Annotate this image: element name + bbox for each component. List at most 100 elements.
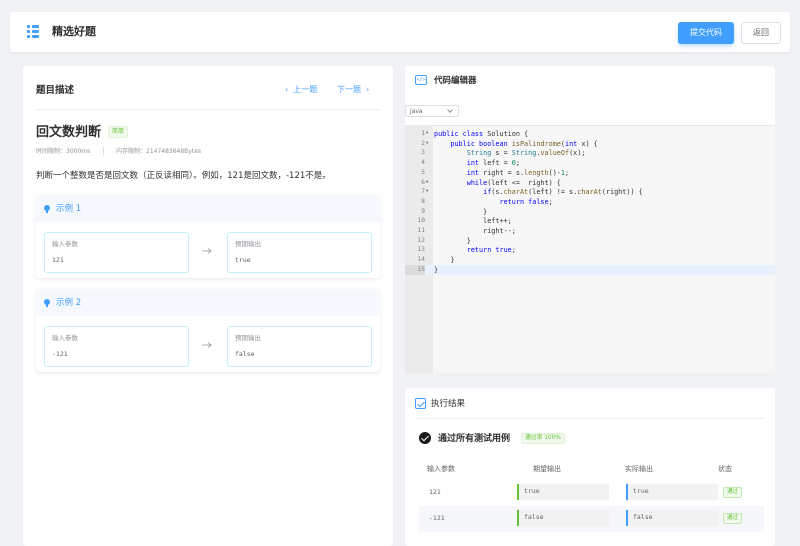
line-number: 4 [421,159,425,167]
input-label: 输入参数 [52,240,78,248]
problem-description: 判断一个整数是否是回文数（正反读相同）。例如，121是回文数，-121不是。 [36,171,331,181]
next-problem-link[interactable]: 下一题 › [337,84,369,96]
actual-value: true [633,487,649,495]
table-row: 121 true true 通过 [419,480,764,506]
divider [415,418,765,419]
cell-actual: true [626,484,718,500]
top-bar: 精选好题 提交代码 返回 [10,12,790,52]
prev-problem-link[interactable]: ‹ 上一题 [285,84,317,96]
cell-expected: false [517,510,609,526]
fold-toggle-icon[interactable]: ▾ [426,129,428,139]
code-line[interactable]: 4 int left = 0; [405,158,775,168]
code-text: while(left <= right) { [466,178,561,187]
checkbox-icon [415,398,426,409]
column-header-actual: 实际输出 [625,465,653,473]
example-card: 示例 2 输入参数 -121 预期输出 false [36,290,380,372]
code-line[interactable]: 11 right--; [405,226,775,236]
code-text: } [434,265,439,274]
example-output-box: 预期输出 false [227,326,372,367]
problem-title: 回文数判断 [36,125,102,140]
cell-input: 121 [429,488,441,496]
pin-icon [44,205,50,213]
code-line[interactable]: 10 left++; [405,216,775,226]
result-panel: 执行结果 通过所有测试用例 通过率 100% 输入参数 期望输出 实际输出 状态… [405,388,775,546]
code-line[interactable]: 2 ▾ public boolean isPalindrome(int x) { [405,139,775,149]
line-number: 7 [421,188,425,196]
arrow-right-icon [202,342,212,348]
code-text: } [434,236,471,245]
line-number: 10 [417,217,425,225]
code-line[interactable]: 5 int right = s.length()-1; [405,168,775,178]
code-text: int right = s.length()-1; [466,168,570,177]
code-icon: </> [415,75,427,85]
code-line[interactable]: 13 return true; [405,245,775,255]
line-number: 5 [421,168,425,176]
code-text: int left = 0; [466,159,520,168]
example-card: 示例 1 输入参数 121 预期输出 true [36,196,380,278]
line-number: 3 [421,149,425,157]
code-text: if(s.charAt(left) != s.charAt(right)) { [483,188,643,197]
meta-divider [103,147,104,156]
language-value: java [410,108,423,115]
code-editor[interactable]: 1 ▾ public class Solution {2 ▾ public boole… [405,125,775,374]
line-number: 1 [421,130,425,137]
output-value: false [235,350,255,358]
code-line[interactable]: 7 ▾ if(s.charAt(left) != s.charAt(right))… [405,187,775,197]
code-line[interactable]: 12 } [405,236,775,246]
next-label: 下一题 [337,85,361,94]
cell-input: -121 [429,514,445,522]
fold-toggle-icon[interactable]: ▾ [426,139,428,149]
code-text: } [434,207,488,216]
input-value: 121 [52,256,64,264]
language-select[interactable]: java [405,105,459,117]
line-number: 8 [421,197,425,205]
fold-toggle-icon[interactable]: ▾ [426,178,428,188]
editor-title: 代码编辑器 [434,76,477,86]
code-text: return true; [466,246,516,255]
code-text: public class Solution { [434,130,529,138]
cell-expected: true [517,484,609,500]
expected-value: false [524,513,544,521]
time-limit: 时间限制：3000ms [36,148,91,155]
status-badge: 通过 [723,487,743,498]
table-row: -121 false false 通过 [419,506,764,532]
code-editor-panel: </> 代码编辑器 java 1 ▾ public class Solution {… [405,66,775,374]
code-line[interactable]: 8 return false; [405,197,775,207]
memory-limit: 内存限制：2147483648Bytes [116,148,202,155]
fold-toggle-icon[interactable]: ▾ [426,187,428,197]
chevron-right-icon: › [366,85,370,94]
code-line[interactable]: 3 String s = String.valueOf(x); [405,148,775,158]
code-line[interactable]: 1 ▾ public class Solution { [405,129,775,139]
difficulty-badge: 简单 [108,126,129,138]
line-number: 6 [421,178,425,186]
line-number: 11 [417,227,425,234]
section-title: 题目描述 [36,85,75,96]
line-number: 9 [421,207,425,215]
code-line[interactable]: 6 ▾ while(left <= right) { [405,178,775,188]
prev-label: 上一题 [293,85,318,94]
status-badge: 通过 [723,513,743,524]
example-input-box: 输入参数 121 [44,232,189,273]
line-number: 13 [417,246,425,254]
output-value: true [235,256,251,264]
example-output-box: 预期输出 true [227,232,372,273]
back-button[interactable]: 返回 [741,22,781,44]
code-line[interactable]: 15} [405,264,775,275]
example-title: 示例 2 [56,298,82,308]
code-text: return false; [499,197,553,206]
pin-icon [44,299,50,307]
column-header-status: 状态 [718,465,732,473]
code-text: String s = String.valueOf(x); [466,149,586,158]
result-title: 执行结果 [431,399,466,409]
line-number: 14 [417,256,425,264]
line-number: 12 [417,236,425,244]
code-text: right--; [434,227,516,235]
code-line[interactable]: 14 } [405,255,775,265]
result-summary: 通过所有测试用例 [438,434,511,444]
example-title: 示例 1 [56,204,82,214]
column-header-input: 输入参数 [427,465,455,473]
line-number: 2 [421,139,425,147]
input-value: -121 [52,350,68,358]
submit-code-button[interactable]: 提交代码 [678,22,734,44]
code-line[interactable]: 9 } [405,207,775,217]
